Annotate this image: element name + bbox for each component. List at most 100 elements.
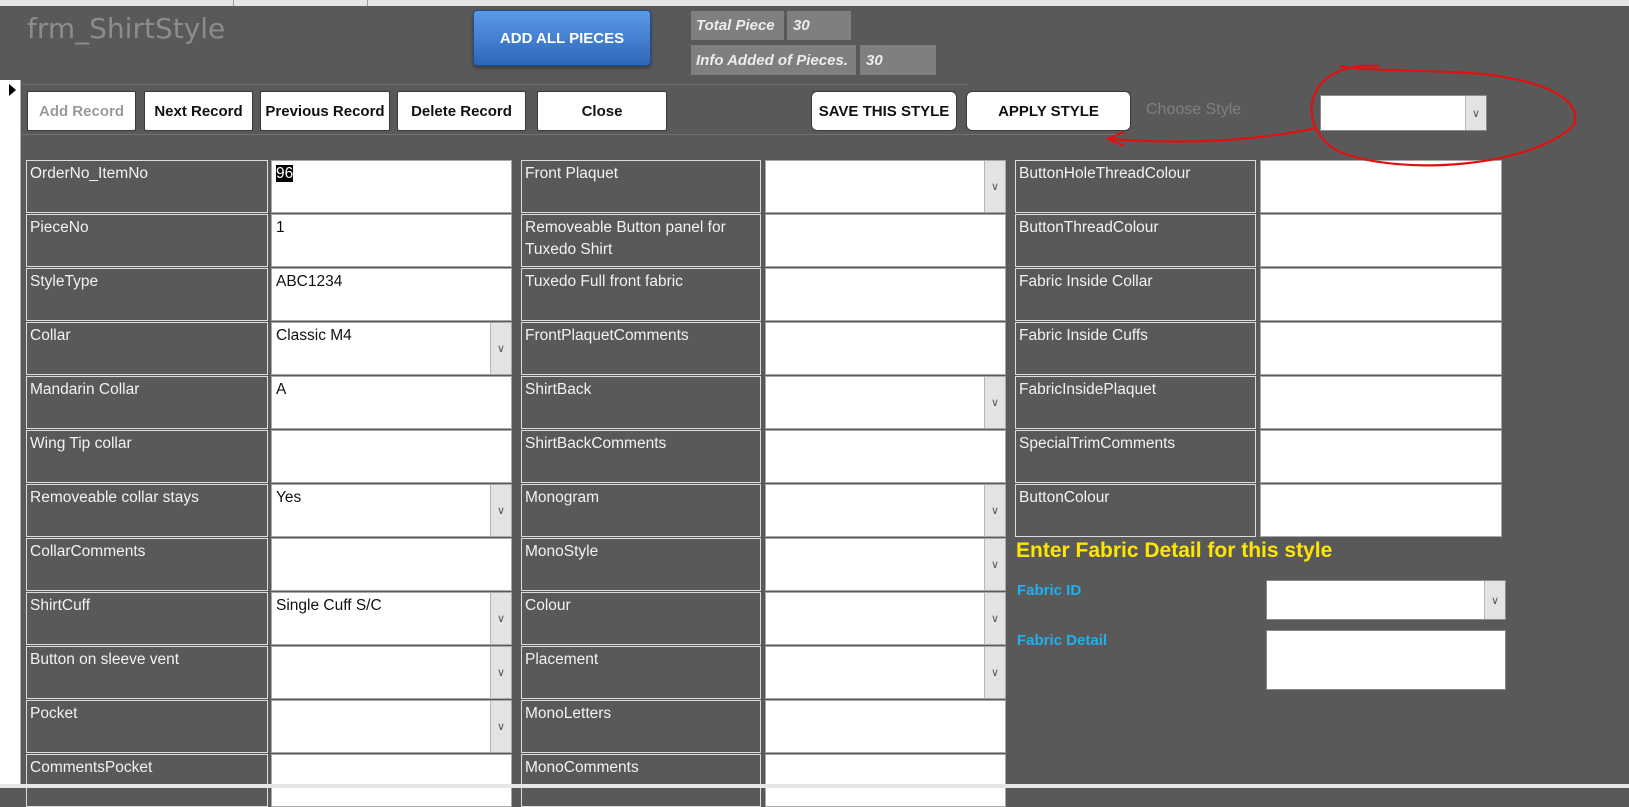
field-collar[interactable]: Classic M4 ∨ xyxy=(271,322,512,375)
field-monostyle[interactable]: ∨ xyxy=(765,538,1006,591)
choose-style-label: Choose Style xyxy=(1146,101,1242,118)
record-selector-bar[interactable] xyxy=(0,80,21,788)
field-orderno-itemno[interactable]: 96 xyxy=(271,160,512,213)
field-label-collarcomments: CollarComments xyxy=(26,538,268,591)
field-label-tuxedo-full-front-fabric: Tuxedo Full front fabric xyxy=(521,268,761,321)
field-label-pieceno: PieceNo xyxy=(26,214,268,267)
field-placement[interactable]: ∨ xyxy=(765,646,1006,699)
field-label-shirtcuff: ShirtCuff xyxy=(26,592,268,645)
field-mandarin-collar[interactable]: A xyxy=(271,376,512,429)
chevron-down-icon[interactable]: ∨ xyxy=(1465,96,1486,130)
next-record-button[interactable]: Next Record xyxy=(144,91,253,131)
field-label-buttonthreadcolour: ButtonThreadColour xyxy=(1015,214,1256,267)
fabric-detail-heading: Enter Fabric Detail for this style xyxy=(1016,539,1333,562)
field-value: ABC1234 xyxy=(276,273,343,290)
field-label-removeable-button-panel-for-tuxedo-shirt: Removeable Button panel for Tuxedo Shirt xyxy=(521,214,761,267)
field-removeable-collar-stays[interactable]: Yes ∨ xyxy=(271,484,512,537)
field-label-orderno-itemno: OrderNo_ItemNo xyxy=(26,160,268,213)
chevron-down-icon[interactable]: ∨ xyxy=(490,485,511,536)
triangle-right-icon xyxy=(9,84,16,96)
field-label-monostyle: MonoStyle xyxy=(521,538,761,591)
field-styletype[interactable]: ABC1234 xyxy=(271,268,512,321)
field-value: 1 xyxy=(276,219,285,236)
field-fabricinsideplaquet[interactable] xyxy=(1260,376,1502,429)
delete-record-button[interactable]: Delete Record xyxy=(397,91,526,131)
fabric-id-combo[interactable]: ∨ xyxy=(1266,580,1506,620)
field-label-collar: Collar xyxy=(26,322,268,375)
info-added-label: Info Added of Pieces. xyxy=(691,45,856,75)
field-front-plaquet[interactable]: ∨ xyxy=(765,160,1006,213)
field-value: Single Cuff S/C xyxy=(276,597,382,614)
close-button[interactable]: Close xyxy=(537,91,667,131)
divider xyxy=(22,134,1122,135)
field-wing-tip-collar[interactable] xyxy=(271,430,512,483)
field-colour[interactable]: ∨ xyxy=(765,592,1006,645)
chevron-down-icon[interactable]: ∨ xyxy=(984,593,1005,644)
field-label-fabricinsideplaquet: FabricInsidePlaquet xyxy=(1015,376,1256,429)
chevron-down-icon[interactable]: ∨ xyxy=(984,647,1005,698)
choose-style-combo[interactable]: ∨ xyxy=(1320,95,1487,131)
fabric-detail-field[interactable] xyxy=(1266,630,1506,690)
total-piece-label: Total Piece xyxy=(691,11,784,40)
info-added-value: 30 xyxy=(860,45,936,75)
form-title: frm_ShirtStyle xyxy=(27,12,226,45)
field-label-wing-tip-collar: Wing Tip collar xyxy=(26,430,268,483)
field-label-removeable-collar-stays: Removeable collar stays xyxy=(26,484,268,537)
field-monocomments[interactable] xyxy=(765,754,1006,807)
field-value: Classic M4 xyxy=(276,327,352,344)
field-buttoncolour[interactable] xyxy=(1260,484,1502,537)
field-label-monocomments: MonoComments xyxy=(521,754,761,807)
field-value: Yes xyxy=(276,489,302,506)
field-label-placement: Placement xyxy=(521,646,761,699)
total-piece-value: 30 xyxy=(787,11,851,40)
chevron-down-icon[interactable]: ∨ xyxy=(490,593,511,644)
divider xyxy=(22,84,968,85)
chevron-down-icon[interactable]: ∨ xyxy=(984,485,1005,536)
chevron-down-icon[interactable]: ∨ xyxy=(490,647,511,698)
field-shirtbackcomments[interactable] xyxy=(765,430,1006,483)
add-all-pieces-button[interactable]: ADD ALL PIECES xyxy=(473,10,651,66)
chevron-down-icon[interactable]: ∨ xyxy=(490,323,511,374)
field-monogram[interactable]: ∨ xyxy=(765,484,1006,537)
field-pieceno[interactable]: 1 xyxy=(271,214,512,267)
field-label-fabric-inside-cuffs: Fabric Inside Cuffs xyxy=(1015,322,1256,375)
fabric-detail-label: Fabric Detail xyxy=(1017,632,1108,649)
field-label-colour: Colour xyxy=(521,592,761,645)
field-label-monoletters: MonoLetters xyxy=(521,700,761,753)
field-specialtrimcomments[interactable] xyxy=(1260,430,1502,483)
chevron-down-icon[interactable]: ∨ xyxy=(490,701,511,752)
field-monoletters[interactable] xyxy=(765,700,1006,753)
field-shirtback[interactable]: ∨ xyxy=(765,376,1006,429)
chevron-down-icon[interactable]: ∨ xyxy=(984,539,1005,590)
field-shirtcuff[interactable]: Single Cuff S/C ∨ xyxy=(271,592,512,645)
field-label-front-plaquet: Front Plaquet xyxy=(521,160,761,213)
chevron-down-icon[interactable]: ∨ xyxy=(984,161,1005,212)
field-pocket[interactable]: ∨ xyxy=(271,700,512,753)
field-label-specialtrimcomments: SpecialTrimComments xyxy=(1015,430,1256,483)
field-frontplaquetcomments[interactable] xyxy=(765,322,1006,375)
field-label-button-on-sleeve-vent: Button on sleeve vent xyxy=(26,646,268,699)
previous-record-button[interactable]: Previous Record xyxy=(260,91,390,131)
field-commentspocket[interactable] xyxy=(271,754,512,807)
field-label-styletype: StyleType xyxy=(26,268,268,321)
field-label-monogram: Monogram xyxy=(521,484,761,537)
bottom-strip xyxy=(0,784,1629,788)
field-buttonholethreadcolour[interactable] xyxy=(1260,160,1502,213)
top-tab-strip xyxy=(0,0,1629,6)
apply-style-button[interactable]: APPLY STYLE xyxy=(966,91,1131,131)
chevron-down-icon[interactable]: ∨ xyxy=(1484,581,1505,619)
field-removeable-button-panel-for-tuxedo-shirt[interactable] xyxy=(765,214,1006,267)
field-fabric-inside-collar[interactable] xyxy=(1260,268,1502,321)
add-record-button[interactable]: Add Record xyxy=(27,91,136,131)
save-style-button[interactable]: SAVE THIS STYLE xyxy=(811,91,957,131)
field-collarcomments[interactable] xyxy=(271,538,512,591)
field-label-pocket: Pocket xyxy=(26,700,268,753)
field-button-on-sleeve-vent[interactable]: ∨ xyxy=(271,646,512,699)
field-label-shirtback: ShirtBack xyxy=(521,376,761,429)
field-tuxedo-full-front-fabric[interactable] xyxy=(765,268,1006,321)
field-buttonthreadcolour[interactable] xyxy=(1260,214,1502,267)
field-label-shirtbackcomments: ShirtBackComments xyxy=(521,430,761,483)
chevron-down-icon[interactable]: ∨ xyxy=(984,377,1005,428)
field-label-frontplaquetcomments: FrontPlaquetComments xyxy=(521,322,761,375)
field-fabric-inside-cuffs[interactable] xyxy=(1260,322,1502,375)
